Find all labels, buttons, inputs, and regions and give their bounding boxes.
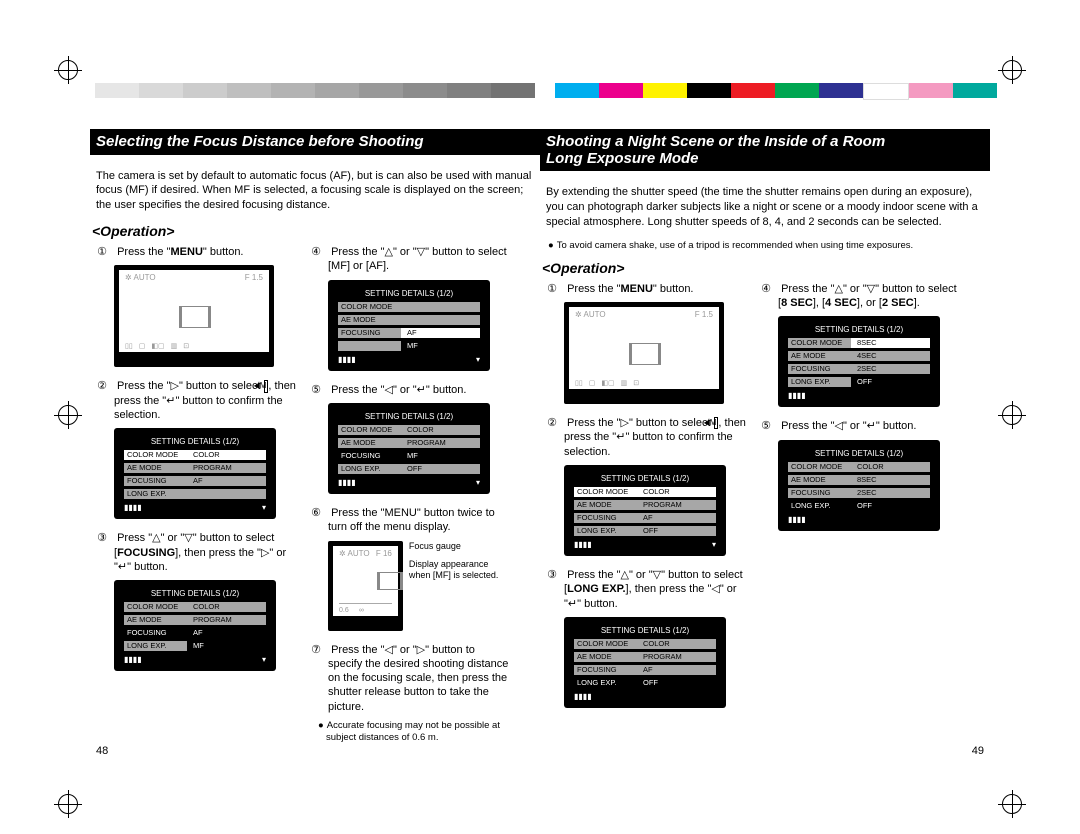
- left-column: ① Press the "MENU" button. ✲ AUTOF 1.5 ▯…: [96, 245, 296, 753]
- color-bar-left: [95, 83, 535, 98]
- lcd-screen: ✲ AUTOF 1.5 ▯▯▢◧▢▥⊡: [564, 302, 724, 404]
- crop-mark-tr: [1002, 60, 1022, 80]
- footnote: Accurate focusing may not be possible at…: [310, 720, 510, 745]
- page-title: Shooting a Night Scene or the Inside of …: [540, 129, 990, 171]
- intro-text: By extending the shutter speed (the time…: [540, 185, 990, 230]
- annotation-text: Focus gauge Display appearance when [MF]…: [409, 541, 510, 581]
- intro-note: To avoid camera shake, use of a tripod i…: [540, 240, 990, 252]
- intro-text: The camera is set by default to automati…: [90, 169, 540, 214]
- crop-mark-br: [1002, 794, 1022, 814]
- step-4: ④ Press the "△" or "▽" button to select …: [760, 282, 960, 311]
- crop-mark-mr: [1002, 405, 1022, 425]
- right-column: ④ Press the "△" or "▽" button to select …: [310, 245, 510, 753]
- color-bar-right: [555, 83, 997, 98]
- step-2: ② Press the "▷" button to select ◀M, the…: [96, 379, 296, 422]
- step-7: ⑦ Press the "◁" or "▷" button to specify…: [310, 643, 510, 714]
- page-title: Selecting the Focus Distance before Shoo…: [90, 129, 540, 155]
- crop-mark-tl: [58, 60, 78, 80]
- step-3: ③ Press "△" or "▽" button to select [FOC…: [96, 531, 296, 574]
- step-2: ② Press the "▷" button to select ◀M, the…: [546, 416, 746, 459]
- operation-heading: <Operation>: [92, 223, 540, 239]
- page-number: 48: [96, 745, 108, 757]
- lcd-screen: SETTING DETAILS (1/2) COLOR MODECOLOR AE…: [114, 428, 276, 519]
- lcd-screen: SETTING DETAILS (1/2) COLOR MODECOLOR AE…: [114, 580, 276, 671]
- step-6: ⑥ Press the "MENU" button twice to turn …: [310, 506, 510, 535]
- step-1: ① Press the "MENU" button.: [546, 282, 746, 296]
- step-5: ⑤ Press the "◁" or "↵" button.: [310, 383, 510, 397]
- step-4: ④ Press the "△" or "▽" button to select …: [310, 245, 510, 274]
- left-column: ① Press the "MENU" button. ✲ AUTOF 1.5 ▯…: [546, 282, 746, 720]
- right-column: ④ Press the "△" or "▽" button to select …: [760, 282, 960, 720]
- crop-mark-bl: [58, 794, 78, 814]
- page-48: Selecting the Focus Distance before Shoo…: [90, 109, 540, 769]
- lcd-screen: SETTING DETAILS (1/2) COLOR MODECOLOR AE…: [564, 617, 726, 708]
- operation-heading: <Operation>: [542, 260, 990, 276]
- lcd-screen: SETTING DETAILS (1/2) COLOR MODE AE MODE…: [328, 280, 490, 371]
- page-number: 49: [972, 745, 984, 757]
- lcd-screen: ✲ AUTOF 1.5 ▯▯▢◧▢▥⊡: [114, 265, 274, 367]
- step-1: ① Press the "MENU" button.: [96, 245, 296, 259]
- crop-mark-ml: [58, 405, 78, 425]
- step-3: ③ Press the "△" or "▽" button to select …: [546, 568, 746, 611]
- lcd-screen: SETTING DETAILS (1/2) COLOR MODECOLOR AE…: [328, 403, 490, 494]
- lcd-screen: SETTING DETAILS (1/2) COLOR MODECOLOR AE…: [564, 465, 726, 556]
- lcd-screen: SETTING DETAILS (1/2) COLOR MODECOLOR AE…: [778, 440, 940, 531]
- lcd-screen: SETTING DETAILS (1/2) COLOR MODE8SEC AE …: [778, 316, 940, 407]
- step-5: ⑤ Press the "◁" or "↵" button.: [760, 419, 960, 433]
- page-49: Shooting a Night Scene or the Inside of …: [540, 109, 990, 769]
